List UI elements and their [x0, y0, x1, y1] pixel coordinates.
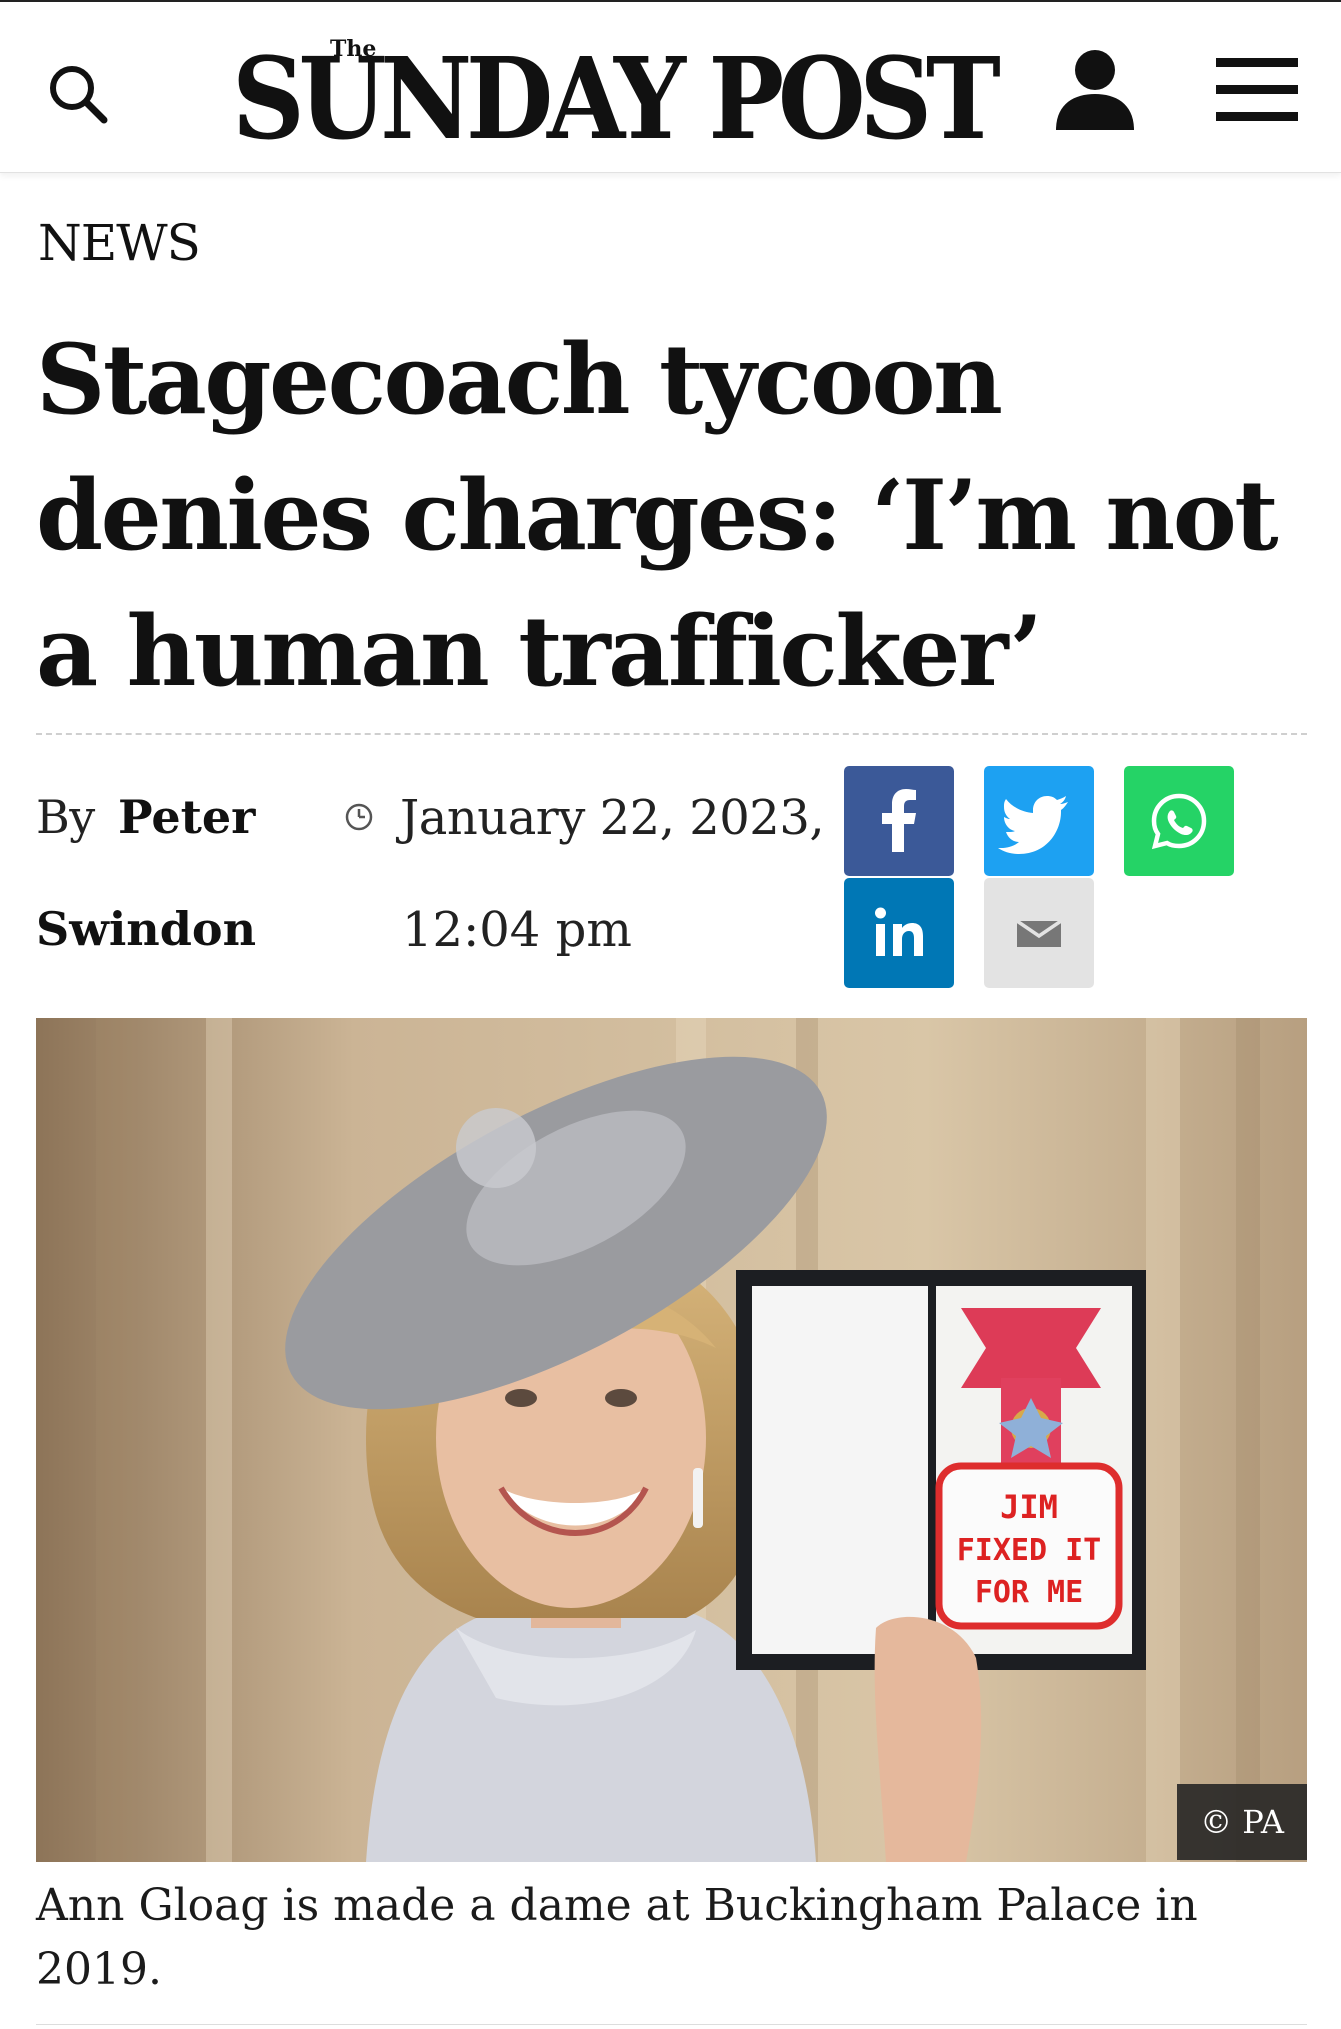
author-first-name[interactable]: Peter [118, 790, 255, 844]
byline-prefix: By [36, 790, 95, 844]
site-header: SUNDAY POST The [0, 0, 1341, 173]
account-button[interactable] [1052, 46, 1138, 132]
article-headline: Stagecoach tycoon denies charges: ‘I’m n… [36, 323, 1279, 708]
menu-button[interactable] [1214, 54, 1300, 126]
badge-line-1: JIM [1000, 1488, 1058, 1526]
article-photo[interactable]: JIM FIXED IT FOR ME © PA [36, 1018, 1307, 1862]
clock-icon [345, 803, 373, 831]
share-email-button[interactable] [984, 878, 1094, 988]
user-icon [1056, 50, 1134, 130]
share-twitter-button[interactable] [984, 766, 1094, 876]
badge-line-2: FIXED IT [957, 1533, 1102, 1568]
logo-the: The [330, 36, 377, 62]
photo-caption: Ann Gloag is made a dame at Buckingham P… [36, 1880, 1198, 1995]
share-whatsapp-button[interactable] [1124, 766, 1234, 876]
share-linkedin-button[interactable] [844, 878, 954, 988]
publish-time: 12:04 pm [402, 902, 632, 958]
whatsapp-icon [1151, 793, 1207, 850]
category-label[interactable]: NEWS [38, 214, 201, 272]
photo-credit: © PA [1177, 1784, 1307, 1860]
badge-line-3: FOR ME [975, 1575, 1083, 1610]
share-facebook-button[interactable] [844, 766, 954, 876]
hamburger-menu-icon [1216, 58, 1298, 121]
email-icon [1016, 919, 1062, 947]
divider [36, 733, 1307, 735]
site-logo[interactable]: SUNDAY POST The [232, 26, 1001, 165]
twitter-icon [998, 796, 1068, 854]
search-icon [50, 66, 108, 124]
divider-bottom [36, 2024, 1307, 2025]
linkedin-icon [875, 907, 923, 956]
publish-date: January 22, 2023, [400, 790, 825, 846]
facebook-icon [882, 789, 916, 852]
author-last-name[interactable]: Swindon [36, 902, 256, 956]
photo-illustration: JIM FIXED IT FOR ME [36, 1018, 1307, 1862]
search-button[interactable] [44, 60, 114, 130]
